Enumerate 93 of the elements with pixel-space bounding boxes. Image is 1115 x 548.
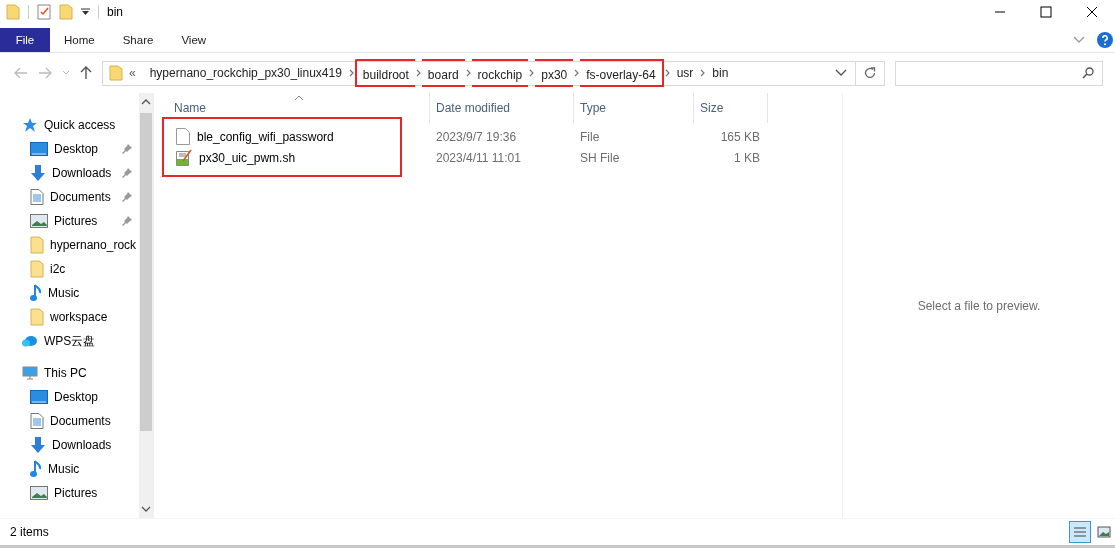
chevron-right-icon[interactable] — [415, 69, 421, 77]
sidebar-item[interactable]: Music — [0, 281, 139, 305]
column-header[interactable]: Size — [694, 93, 768, 123]
scroll-down-icon[interactable] — [141, 506, 151, 512]
sidebar-item[interactable]: WPS云盘 — [0, 329, 139, 353]
sidebar-item[interactable]: hypernano_rock — [0, 233, 139, 257]
help-icon[interactable] — [1097, 32, 1113, 48]
table-cell-text: 1 KB — [733, 150, 761, 165]
breadcrumb-segment[interactable]: usr — [670, 61, 700, 85]
table-cell-text: File — [579, 129, 601, 144]
table-cell-text: 2023/9/7 19:36 — [435, 129, 518, 144]
sidebar-item[interactable]: Downloads — [0, 161, 139, 185]
folder-icon — [109, 65, 123, 81]
dropdown-icon[interactable] — [81, 8, 90, 16]
preview-message: Select a file to preview. — [917, 298, 1041, 313]
landscape-thumbnail-icon — [1097, 526, 1111, 538]
column-header[interactable]: Type — [574, 93, 694, 123]
sidebar-item[interactable]: workspace — [0, 305, 139, 329]
breadcrumb-segment[interactable]: px30 — [535, 59, 574, 87]
details-view-button[interactable] — [1069, 521, 1091, 543]
sidebar-item[interactable]: This PC — [0, 361, 139, 385]
sidebar-item[interactable]: Music — [0, 457, 139, 481]
maximize-icon — [1040, 6, 1052, 18]
desktop-icon — [30, 142, 48, 156]
scroll-up-icon[interactable] — [141, 99, 151, 105]
pictures-icon — [30, 214, 48, 228]
sidebar-item[interactable]: Desktop — [0, 385, 139, 409]
pin-icon[interactable] — [122, 144, 132, 154]
star-icon — [22, 117, 38, 133]
address-bar[interactable]: « hypernano_rockchip_px30_linux419 buildroot board rockchip px30 fs-overlay-64 usr bin — [102, 60, 856, 86]
folder-icon — [30, 308, 44, 326]
music-note-icon — [30, 460, 42, 478]
sidebar-item[interactable]: Pictures — [0, 481, 139, 505]
overflow-chevron[interactable]: « — [129, 66, 136, 80]
chevron-right-icon[interactable] — [700, 69, 706, 77]
details-list-icon — [1073, 526, 1087, 538]
table-cell-text: 165 KB — [719, 129, 761, 144]
pictures-icon — [30, 486, 48, 500]
breadcrumb-segment[interactable]: board — [421, 59, 465, 87]
column-header[interactable]: Name — [168, 93, 430, 123]
refresh-icon — [863, 66, 877, 80]
chevron-right-icon[interactable] — [465, 69, 471, 77]
document-icon — [30, 413, 44, 429]
table-cell-text: SH File — [579, 150, 621, 165]
folder-icon — [30, 260, 44, 278]
refresh-button[interactable] — [855, 60, 885, 86]
computer-icon — [22, 365, 38, 381]
breadcrumb-segment[interactable]: rockchip — [471, 59, 529, 87]
sidebar-item[interactable]: Desktop — [0, 137, 139, 161]
chevron-right-icon[interactable] — [574, 69, 580, 77]
search-field[interactable] — [895, 60, 1103, 86]
up-arrow-icon[interactable] — [80, 66, 92, 80]
chevron-right-icon[interactable] — [348, 69, 354, 77]
sidebar-item[interactable]: Pictures — [0, 209, 139, 233]
document-icon — [30, 189, 44, 205]
sidebar-item[interactable]: Documents — [0, 409, 139, 433]
chevron-right-icon[interactable] — [664, 69, 670, 77]
breadcrumb-segment[interactable]: buildroot — [354, 59, 415, 87]
window-title: bin — [107, 5, 123, 19]
pin-icon[interactable] — [122, 216, 132, 226]
pin-icon[interactable] — [122, 192, 132, 202]
download-arrow-icon — [30, 437, 46, 453]
close-icon — [1086, 6, 1098, 18]
cloud-icon — [22, 335, 38, 347]
download-arrow-icon — [30, 165, 46, 181]
music-note-icon — [30, 284, 42, 302]
pin-icon[interactable] — [122, 168, 132, 178]
breadcrumb-segment[interactable]: bin — [706, 61, 735, 85]
sort-ascending-icon — [294, 95, 304, 101]
file-icon — [176, 128, 190, 145]
file-name[interactable]: ble_config_wifi_password — [197, 129, 334, 144]
sidebar-item[interactable]: i2c — [0, 257, 139, 281]
folder-icon — [30, 236, 44, 254]
table-cell-text: 2023/4/11 11:01 — [435, 150, 522, 165]
column-header[interactable]: Date modified — [430, 93, 574, 123]
desktop-icon — [30, 390, 48, 404]
ribbon-tab[interactable]: Home — [50, 28, 109, 52]
breadcrumb-segment[interactable]: fs-overlay-64 — [580, 59, 664, 87]
search-icon — [1082, 67, 1094, 79]
ribbon-tab[interactable]: Share — [108, 28, 168, 52]
checklist-icon[interactable] — [37, 4, 51, 20]
ribbon-tab[interactable]: View — [167, 28, 221, 52]
status-text: 2 items — [10, 525, 49, 539]
sidebar-item[interactable]: Documents — [0, 185, 139, 209]
chevron-down-icon[interactable] — [835, 69, 847, 77]
sidebar-item[interactable]: Downloads — [0, 433, 139, 457]
sidebar-item[interactable]: Quick access — [0, 113, 139, 137]
file-name[interactable]: px30_uic_pwm.sh — [199, 150, 296, 165]
file-menu-button[interactable]: File — [0, 28, 50, 52]
script-file-icon — [176, 149, 192, 166]
chevron-right-icon[interactable] — [529, 69, 535, 77]
scrollbar[interactable] — [139, 93, 153, 518]
breadcrumb-segment[interactable]: hypernano_rockchip_px30_linux419 — [143, 61, 348, 85]
